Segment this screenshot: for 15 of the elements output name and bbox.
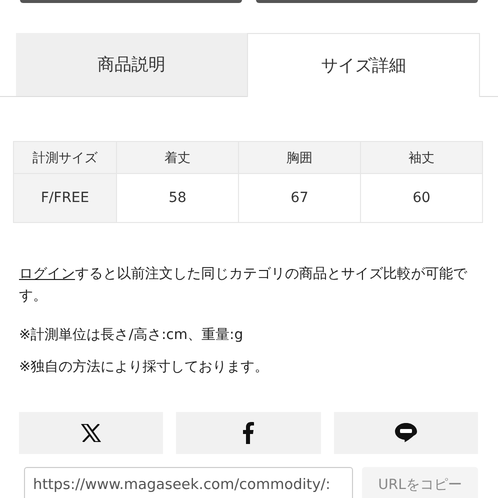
table-cell: 58 [116,174,238,222]
column-header: 着丈 [116,142,238,174]
column-header: 袖丈 [360,142,482,174]
note-text: ※独自の方法により採寸しております。 [19,358,270,377]
tab[interactable]: サイズ詳細 [247,33,480,97]
login-note: ログインすると以前注文した同じカテゴリの商品とサイズ比較が可能です。 [19,265,468,306]
column-header: 計測サイズ [14,142,116,174]
url-field[interactable]: https://www.magaseek.com/commodity/: [24,467,353,498]
column-header: 胸囲 [238,142,360,174]
note-text: ※計測単位は長さ/高さ:cm、重量:g [19,326,244,345]
table-cell: F/FREE [14,174,116,222]
login-link[interactable]: ログイン [19,266,75,282]
table-cell: 67 [238,174,360,222]
tab[interactable]: 商品説明 [16,33,247,96]
table-cell: 60 [360,174,482,222]
